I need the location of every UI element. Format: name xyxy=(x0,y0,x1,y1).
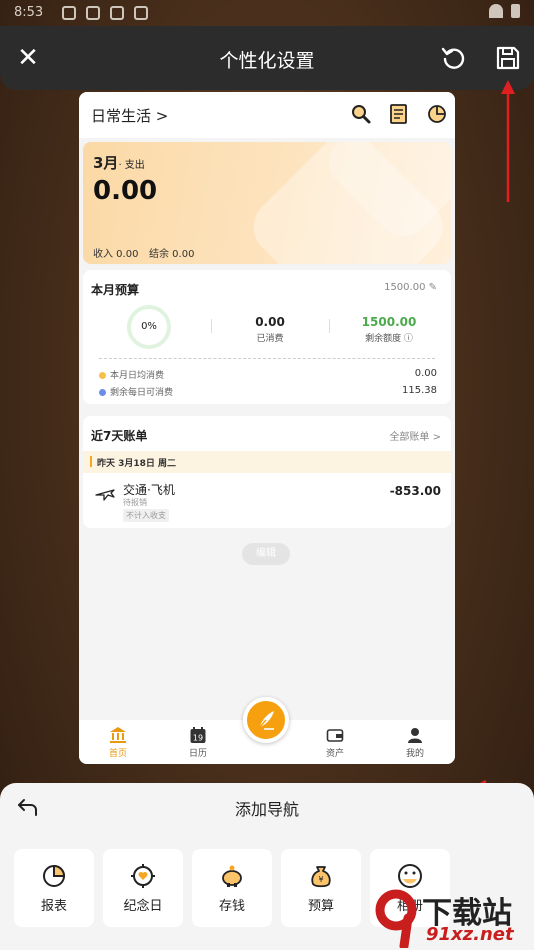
income-label: 收入 0.00 xyxy=(93,249,139,260)
tab-assets[interactable]: 资产 xyxy=(315,726,355,759)
remaining-value: 1500.00 xyxy=(361,315,417,329)
daily-average-label: 本月日均消费 xyxy=(110,371,165,381)
dashed-divider xyxy=(99,358,435,359)
nav-item-label: 预算 xyxy=(307,899,334,914)
calendar-icon: 19 xyxy=(190,727,206,743)
divider xyxy=(329,319,330,333)
expense-summary-card[interactable]: 3月· 支出 0.00 收入 0.00 结余 0.00 xyxy=(83,142,451,264)
spent-value: 0.00 xyxy=(255,315,285,329)
tab-label: 首页 xyxy=(108,749,127,759)
daily-average-row: 本月日均消费 0.00 xyxy=(99,368,437,381)
watermark-logo-icon xyxy=(375,889,417,948)
nav-item-budget[interactable]: ¥ 预算 xyxy=(281,849,361,927)
wifi-icon xyxy=(489,4,503,18)
daily-average-value: 0.00 xyxy=(414,368,437,379)
system-icons xyxy=(489,4,520,18)
bill-subtitle: 待报销 xyxy=(123,498,147,507)
user-icon xyxy=(408,728,422,743)
feather-pen-icon xyxy=(257,711,274,730)
watermark: 下载站 91xz.net xyxy=(372,882,534,950)
all-bills-link[interactable]: 全部账单 > xyxy=(389,428,441,443)
bank-icon xyxy=(110,727,126,743)
battery-icon xyxy=(511,4,520,18)
nav-item-anniversary[interactable]: 纪念日 xyxy=(103,849,183,927)
book-selector[interactable]: 日常生活 > xyxy=(91,105,168,126)
tab-label: 我的 xyxy=(405,749,424,759)
tab-label: 日历 xyxy=(188,749,207,759)
money-bag-icon: ¥ xyxy=(311,866,331,888)
budget-card[interactable]: 本月预算 1500.00 ✎ 0% 0.00 已消费 1500.00 剩余额度 … xyxy=(83,270,451,404)
daily-left-row: 剩余每日可消费 115.38 xyxy=(99,385,437,398)
wallet-icon xyxy=(326,729,344,742)
status-bar: 8:53 xyxy=(0,0,534,26)
day-header: 昨天 3月18日 周二 xyxy=(83,451,451,473)
balance-label: 结余 0.00 xyxy=(149,249,195,260)
tab-label: 资产 xyxy=(325,749,344,759)
spent-label: 已消费 xyxy=(256,334,284,344)
top-bar: ✕ 个性化设置 xyxy=(0,26,534,90)
nav-item-label: 报表 xyxy=(40,899,67,914)
heart-target-icon xyxy=(131,864,155,888)
recent-bills-card: 近7天账单 全部账单 > 昨天 3月18日 周二 交通·飞机 待报销 不计入收支… xyxy=(83,416,451,528)
save-icon[interactable] xyxy=(494,44,522,72)
airplane-icon xyxy=(95,489,115,501)
daily-left-value: 115.38 xyxy=(402,385,437,396)
budget-percent: 0% xyxy=(141,321,157,332)
reset-icon[interactable] xyxy=(440,44,468,72)
expense-amount: 0.00 xyxy=(93,176,158,206)
pie-chart-icon xyxy=(43,864,66,887)
budget-title: 本月预算 xyxy=(91,283,140,297)
edit-button[interactable]: 编辑 xyxy=(242,543,290,565)
daily-left-label: 剩余每日可消费 xyxy=(110,388,174,398)
yellow-dot-icon xyxy=(99,372,106,379)
svg-text:¥: ¥ xyxy=(318,875,323,884)
budget-progress-ring: 0% xyxy=(127,305,171,349)
piggy-bank-icon xyxy=(222,865,242,887)
month-suffix: · 支出 xyxy=(118,160,145,171)
nav-item-savings[interactable]: 存钱 xyxy=(192,849,272,927)
preview-header: 日常生活 > xyxy=(79,92,455,138)
notification-icon xyxy=(110,6,124,20)
tab-home[interactable]: 首页 xyxy=(98,726,138,759)
divider xyxy=(211,319,212,333)
budget-total[interactable]: 1500.00 ✎ xyxy=(384,282,437,293)
notification-icon xyxy=(86,6,100,20)
bill-category[interactable]: 交通·飞机 xyxy=(123,481,175,498)
month-value: 3月 xyxy=(93,154,119,172)
tab-calendar[interactable]: 19 日历 xyxy=(178,726,218,759)
notification-icon xyxy=(62,6,76,20)
nav-item-label: 纪念日 xyxy=(123,899,163,914)
nav-item-report[interactable]: 报表 xyxy=(14,849,94,927)
tab-mine[interactable]: 我的 xyxy=(395,726,435,759)
bill-tag: 不计入收支 xyxy=(123,509,169,522)
nav-item-label: 存钱 xyxy=(218,899,245,914)
search-icon[interactable] xyxy=(349,102,373,126)
notification-icons xyxy=(62,6,148,20)
bill-amount: -853.00 xyxy=(389,484,441,498)
month-label: 3月· 支出 xyxy=(93,152,145,173)
annotation-arrow-icon xyxy=(501,80,515,202)
calendar-day: 19 xyxy=(193,734,203,743)
blue-dot-icon xyxy=(99,389,106,396)
watermark-domain: 91xz.net xyxy=(426,924,514,945)
bills-title: 近7天账单 xyxy=(91,429,148,443)
panel-title: 添加导航 xyxy=(234,800,299,819)
add-record-button[interactable] xyxy=(243,697,289,743)
status-time: 8:53 xyxy=(14,5,44,20)
chart-icon[interactable] xyxy=(425,102,449,126)
bill-list-icon[interactable] xyxy=(387,102,411,126)
notification-icon xyxy=(134,6,148,20)
home-preview: 日常生活 > 3月· 支出 0.00 收入 0.00 结余 0.00 本月预算 … xyxy=(79,92,455,764)
remaining-label: 剩余额度 ⓘ xyxy=(365,334,413,344)
